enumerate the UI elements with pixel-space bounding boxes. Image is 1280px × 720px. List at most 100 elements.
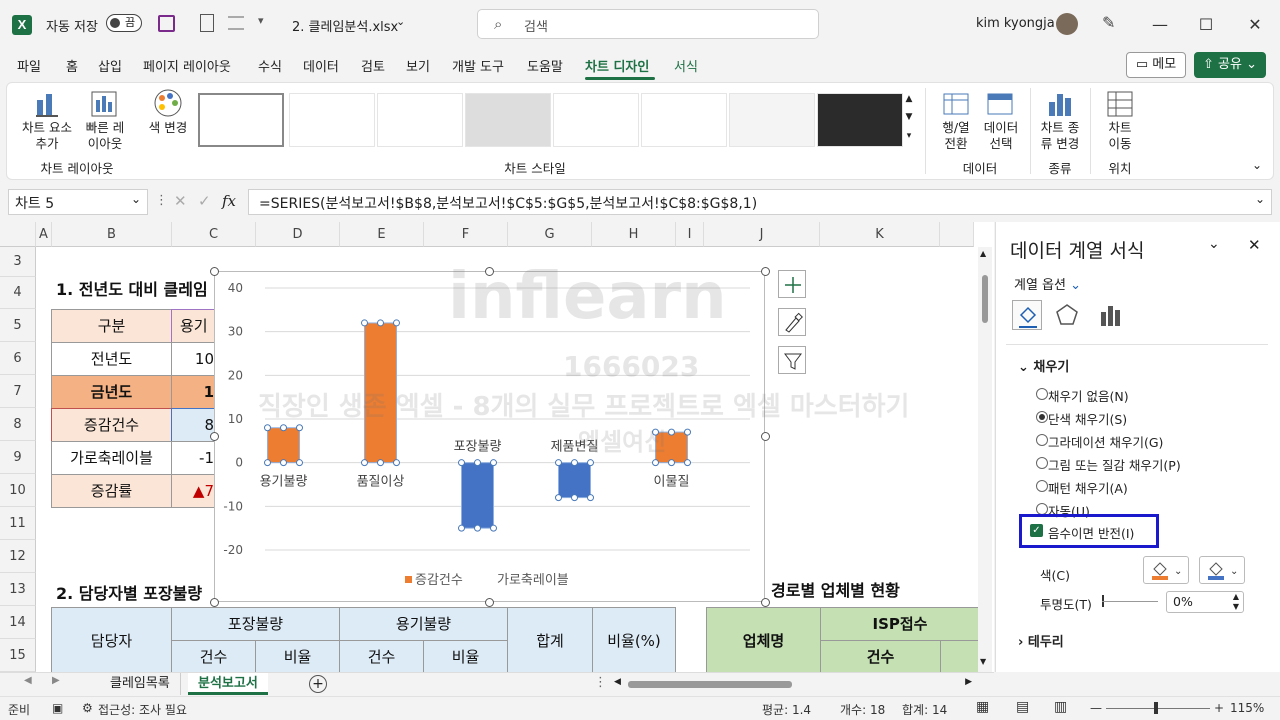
form-icon[interactable]: [228, 16, 244, 30]
page-break-view-icon[interactable]: ▥: [1054, 699, 1067, 715]
formula-input[interactable]: =SERIES(분석보고서!$B$8,분석보고서!$C$5:$G$5,분석보고서…: [248, 189, 1272, 215]
chart-style-thumbnail[interactable]: [641, 93, 727, 147]
table-subheader[interactable]: 건수: [820, 640, 941, 672]
table-header[interactable]: 업체명: [706, 607, 821, 672]
select-data-button[interactable]: 데이터 선택: [978, 120, 1024, 152]
tab-format[interactable]: 서식: [674, 56, 698, 75]
radio-pattern-fill-label[interactable]: 패턴 채우기(A): [1048, 478, 1128, 497]
tab-scroll-right-icon[interactable]: ▶: [52, 675, 60, 686]
zoom-out-icon[interactable]: —: [1090, 701, 1102, 715]
resize-handle[interactable]: [210, 432, 219, 441]
chart-styles-button[interactable]: [778, 308, 806, 336]
table-cell[interactable]: 10: [171, 342, 215, 376]
more-dots-icon[interactable]: ⋮: [155, 193, 168, 208]
tab-insert[interactable]: 삽입: [98, 56, 122, 75]
enter-icon[interactable]: ✓: [198, 192, 211, 210]
column-header-a[interactable]: A: [36, 222, 52, 247]
column-header-g[interactable]: G: [508, 222, 592, 247]
row-header[interactable]: 4: [0, 277, 36, 309]
styles-scroll-up-icon[interactable]: ▲: [902, 94, 916, 110]
spinner-icon[interactable]: ▲ ▼: [1233, 592, 1239, 612]
user-name[interactable]: kim kyongja: [976, 16, 1055, 31]
radio-no-fill[interactable]: [1036, 388, 1048, 400]
normal-view-icon[interactable]: ▦: [976, 699, 989, 715]
macro-record-icon[interactable]: ▣: [52, 701, 63, 715]
table-cell[interactable]: 8: [171, 408, 215, 442]
radio-picture-fill[interactable]: [1036, 457, 1048, 469]
horizontal-scrollbar[interactable]: ◀ ▶: [612, 677, 974, 691]
minimize-button[interactable]: —: [1137, 0, 1183, 50]
chart-svg[interactable]: 40 30 20 10 0 -10 -20 용기불량 품질이상 포장불량 제품변질이물질증감건수 가로…: [215, 272, 766, 603]
table-cell[interactable]: 구분: [51, 309, 172, 343]
invert-if-negative-label[interactable]: 음수이면 반전(I): [1048, 523, 1134, 542]
tab-help[interactable]: 도움말: [527, 56, 563, 75]
collapse-ribbon-icon[interactable]: ⌄: [1252, 158, 1262, 172]
quick-layout-button[interactable]: 빠른 레 이아웃: [80, 120, 130, 152]
row-header[interactable]: 14: [0, 606, 36, 639]
row-header[interactable]: 3: [0, 247, 36, 277]
column-header-h[interactable]: H: [592, 222, 676, 247]
table-cell[interactable]: 용기: [171, 309, 215, 343]
table-cell[interactable]: 증감률: [51, 474, 172, 508]
resize-handle[interactable]: [210, 267, 219, 276]
table-header[interactable]: 담당자: [51, 607, 172, 672]
table-cell[interactable]: 금년도: [51, 375, 172, 409]
tab-developer[interactable]: 개발 도구: [452, 56, 504, 75]
chart-style-thumbnail[interactable]: [729, 93, 815, 147]
column-header-c[interactable]: C: [172, 222, 256, 247]
change-colors-button[interactable]: 색 변경: [140, 120, 196, 136]
series-options-dropdown[interactable]: 계열 옵션 ⌄: [1014, 274, 1081, 293]
styles-more-icon[interactable]: ▾: [902, 131, 916, 147]
column-header-j[interactable]: J: [704, 222, 820, 247]
color-picker-inverted[interactable]: ⌄: [1199, 556, 1245, 584]
fill-section-header[interactable]: ⌄ 채우기: [1018, 356, 1069, 375]
chart-filters-button[interactable]: [778, 346, 806, 374]
insert-function-icon[interactable]: fx: [222, 192, 236, 210]
move-chart-button[interactable]: 차트 이동: [1098, 120, 1142, 152]
bar[interactable]: [364, 322, 397, 464]
column-header-i[interactable]: I: [676, 222, 704, 247]
table-subheader[interactable]: 비율: [255, 640, 340, 672]
chart-style-thumbnail[interactable]: [289, 93, 375, 147]
hscroll-right-icon[interactable]: ▶: [965, 677, 972, 687]
radio-picture-fill-label[interactable]: 그림 또는 질감 채우기(P): [1048, 455, 1181, 474]
customize-dropdown-icon[interactable]: ▾: [258, 14, 264, 27]
bar[interactable]: [655, 431, 688, 464]
bar[interactable]: [558, 462, 591, 499]
resize-handle[interactable]: [485, 267, 494, 276]
table-subheader[interactable]: 건수: [171, 640, 256, 672]
close-button[interactable]: ✕: [1232, 0, 1278, 50]
filename-chevron-icon[interactable]: ⌄: [396, 15, 405, 28]
resize-handle[interactable]: [761, 267, 770, 276]
file-name[interactable]: 2. 클레임분석.xlsx: [292, 16, 398, 35]
effects-tab[interactable]: [1054, 302, 1080, 328]
radio-solid-fill[interactable]: [1036, 411, 1048, 423]
column-header-d[interactable]: D: [256, 222, 340, 247]
vertical-scrollbar[interactable]: ▲ ▼: [978, 247, 992, 672]
row-header[interactable]: 6: [0, 342, 36, 375]
radio-gradient-fill-label[interactable]: 그라데이션 채우기(G): [1048, 432, 1163, 451]
page-layout-view-icon[interactable]: ▤: [1016, 699, 1029, 715]
zoom-in-icon[interactable]: +: [1214, 701, 1224, 715]
bar[interactable]: [461, 462, 494, 529]
tab-page-layout[interactable]: 페이지 레이아웃: [143, 56, 231, 75]
chart-style-thumbnail[interactable]: [377, 93, 463, 147]
hscroll-thumb[interactable]: [628, 681, 792, 688]
zoom-slider[interactable]: [1106, 702, 1210, 714]
avatar[interactable]: [1056, 13, 1078, 35]
tab-split-handle-icon[interactable]: ⋮: [594, 675, 607, 690]
resize-handle[interactable]: [485, 598, 494, 607]
zoom-thumb[interactable]: [1154, 702, 1158, 714]
table-cell[interactable]: ▲7: [171, 474, 215, 508]
switch-row-column-button[interactable]: 행/열 전환: [934, 120, 978, 152]
table-header[interactable]: 합계: [507, 607, 593, 672]
pane-close-icon[interactable]: ✕: [1248, 236, 1261, 254]
column-header-e[interactable]: E: [340, 222, 424, 247]
zoom-level[interactable]: 115%: [1230, 701, 1264, 715]
accessibility-status[interactable]: 접근성: 조사 필요: [98, 701, 187, 718]
sheet-tab-claim-list[interactable]: 클레임목록: [100, 673, 181, 695]
tab-chart-design[interactable]: 차트 디자인: [585, 56, 649, 75]
table-cell[interactable]: 증감건수: [51, 408, 172, 442]
row-header[interactable]: 5: [0, 309, 36, 342]
hscroll-left-icon[interactable]: ◀: [614, 677, 621, 687]
